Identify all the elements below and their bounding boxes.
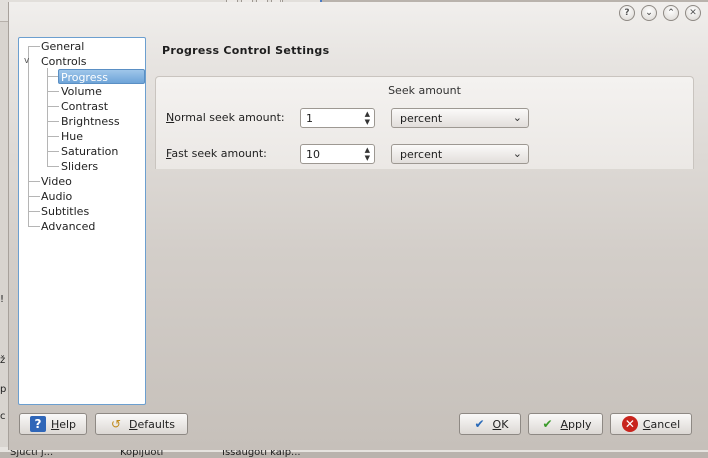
tree-connector — [28, 181, 40, 182]
tree-item-subtitles[interactable]: Subtitles — [41, 204, 89, 219]
tree-connector — [47, 166, 59, 167]
settings-tree[interactable]: General v Controls Progress Volume Contr… — [18, 37, 146, 405]
help-book-icon: ? — [29, 416, 46, 432]
maximize-button[interactable]: ⌃ — [663, 5, 679, 21]
checkmark-icon: ✔ — [474, 417, 485, 431]
group-title: Seek amount — [388, 84, 461, 97]
mnemonic: D — [129, 417, 138, 431]
spin-arrows-icon[interactable]: ▲ ▼ — [365, 110, 370, 126]
label-text: K — [501, 417, 509, 431]
chevron-down-icon[interactable]: v — [24, 54, 29, 69]
mnemonic: N — [166, 111, 175, 124]
tree-connector — [28, 196, 40, 197]
spinbox-value: 1 — [306, 112, 313, 125]
normal-seek-unit-select[interactable]: percent ⌄ — [391, 108, 529, 128]
label-text: efaults — [137, 417, 175, 431]
apply-button[interactable]: ✔ Apply — [528, 413, 603, 435]
page-title: Progress Control Settings — [162, 44, 330, 57]
label-text: elp — [59, 417, 77, 431]
defaults-reset-icon: ↺ — [111, 417, 122, 431]
help-titlebar-button[interactable]: ? — [619, 5, 635, 21]
mnemonic: O — [492, 417, 502, 431]
chevron-down-icon: ⌄ — [512, 111, 522, 124]
button-label: Help — [51, 418, 76, 431]
label-text: pply — [568, 417, 592, 431]
spin-arrows-icon[interactable]: ▲ ▼ — [365, 146, 370, 162]
defaults-button[interactable]: ↺ Defaults — [95, 413, 188, 435]
close-button[interactable]: ✕ — [685, 5, 701, 21]
tree-item-volume[interactable]: Volume — [61, 84, 102, 99]
cancel-circle-icon: ✕ — [621, 416, 638, 432]
tree-connector — [28, 46, 40, 47]
spinbox-value: 10 — [306, 148, 320, 161]
button-label: OK — [493, 418, 509, 431]
label-text: ormal seek amount: — [174, 111, 285, 124]
tree-connector — [28, 211, 40, 212]
background-fragment: ž — [0, 355, 6, 366]
tree-item-contrast[interactable]: Contrast — [61, 99, 108, 114]
tree-item-video[interactable]: Video — [41, 174, 72, 189]
tree-item-controls[interactable]: Controls — [41, 54, 87, 69]
tree-connector — [47, 151, 59, 152]
button-label: Apply — [560, 418, 591, 431]
tree-connector — [47, 121, 59, 122]
seek-amount-group: Seek amount Normal seek amount: 1 ▲ ▼ per… — [155, 76, 694, 169]
chevron-down-icon: ⌄ — [512, 147, 522, 160]
tree-connector — [47, 91, 59, 92]
title-bar: ? ⌄ ⌃ ✕ — [9, 2, 708, 24]
background-fragment: ! — [0, 294, 5, 305]
normal-seek-label: Normal seek amount: — [166, 111, 285, 124]
settings-dialog: ? ⌄ ⌃ ✕ General v Controls Progress Volu… — [8, 2, 708, 450]
window-controls: ? ⌄ ⌃ ✕ — [619, 5, 701, 21]
background-fragment: p — [0, 384, 7, 395]
normal-seek-spinbox[interactable]: 1 ▲ ▼ — [300, 108, 375, 128]
button-label: Cancel — [643, 418, 680, 431]
label-text: ast seek amount: — [171, 147, 267, 160]
fast-seek-unit-select[interactable]: percent ⌄ — [391, 144, 529, 164]
background-fragment: c — [0, 411, 6, 422]
cancel-button[interactable]: ✕ Cancel — [610, 413, 692, 435]
checkmark-green-icon: ✔ — [542, 417, 553, 431]
mnemonic: C — [642, 417, 651, 431]
mnemonic: H — [50, 417, 60, 431]
help-button[interactable]: ? Help — [19, 413, 87, 435]
select-value: percent — [400, 112, 443, 125]
tree-item-advanced[interactable]: Advanced — [41, 219, 95, 234]
tree-item-general[interactable]: General — [41, 39, 84, 54]
ok-button[interactable]: ✔ OK — [459, 413, 521, 435]
tree-connector — [28, 226, 40, 227]
mnemonic: A — [560, 417, 568, 431]
fast-seek-spinbox[interactable]: 10 ▲ ▼ — [300, 144, 375, 164]
tree-item-progress[interactable]: Progress — [58, 69, 145, 84]
minimize-button[interactable]: ⌄ — [641, 5, 657, 21]
label-text: ancel — [650, 417, 681, 431]
button-label: Defaults — [129, 418, 175, 431]
tree-item-sliders[interactable]: Sliders — [61, 159, 98, 174]
tree-connector — [47, 106, 59, 107]
select-value: percent — [400, 148, 443, 161]
tree-connector — [28, 46, 29, 226]
tree-item-brightness[interactable]: Brightness — [61, 114, 120, 129]
tree-item-saturation[interactable]: Saturation — [61, 144, 118, 159]
tree-item-hue[interactable]: Hue — [61, 129, 83, 144]
fast-seek-label: Fast seek amount: — [166, 147, 267, 160]
tree-connector — [47, 136, 59, 137]
tree-item-audio[interactable]: Audio — [41, 189, 72, 204]
